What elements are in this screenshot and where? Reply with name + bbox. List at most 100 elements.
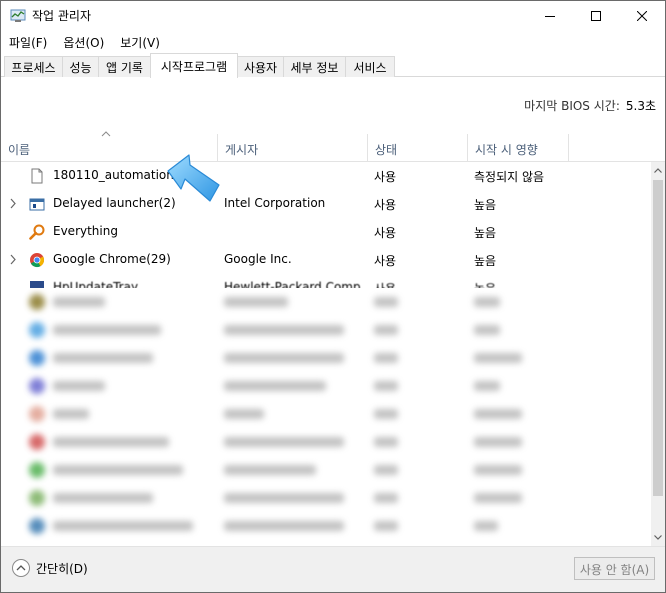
collapse-chevron-icon[interactable]: [11, 558, 31, 578]
blurred-name: [53, 437, 169, 447]
table-row[interactable]: Google Chrome(29) Google Inc. 사용 높음: [1, 246, 651, 274]
table-row[interactable]: [1, 484, 651, 512]
row-status: 사용: [374, 280, 396, 288]
menu-file[interactable]: 파일(F): [1, 31, 55, 53]
scroll-thumb[interactable]: [653, 180, 663, 496]
table-row[interactable]: [1, 428, 651, 456]
window-title: 작업 관리자: [32, 9, 92, 23]
blurred-publisher: [224, 465, 316, 475]
chevron-up-icon: [654, 168, 662, 173]
blurred-status: [374, 521, 398, 531]
table-row[interactable]: [1, 316, 651, 344]
close-button[interactable]: [619, 1, 665, 31]
tab-users[interactable]: 사용자: [237, 56, 284, 77]
table-row[interactable]: 180110_automation 사용 측정되지 않음: [1, 162, 651, 190]
blurred-publisher: [224, 297, 288, 307]
table-row[interactable]: HpUpdateTray Hewlett-Packard Comp 사용 높음: [1, 274, 651, 288]
table-row[interactable]: [1, 372, 651, 400]
blurred-status: [374, 409, 398, 419]
blurred-app-icon: [29, 462, 45, 478]
row-publisher: Hewlett-Packard Comp: [224, 280, 361, 288]
startup-list: 180110_automation 사용 측정되지 않음 Delayed lau…: [1, 162, 651, 546]
fewer-details-link[interactable]: 간단히(D): [36, 560, 88, 577]
title-bar: 작업 관리자: [1, 1, 665, 31]
chevron-right-icon[interactable]: [9, 198, 17, 209]
intel-launcher-icon: [29, 198, 45, 211]
blurred-impact: [474, 381, 500, 391]
table-row[interactable]: [1, 288, 651, 316]
row-status: 사용: [374, 198, 397, 212]
table-row[interactable]: [1, 344, 651, 372]
close-icon: [637, 11, 647, 21]
row-name: HpUpdateTray: [53, 280, 139, 288]
row-impact: 높음: [474, 198, 497, 212]
vertical-scrollbar[interactable]: [651, 162, 665, 546]
blurred-app-icon: [29, 434, 45, 450]
row-status: 사용: [374, 254, 397, 268]
blurred-name: [53, 297, 105, 307]
file-icon: [31, 168, 43, 184]
bios-time: 마지막 BIOS 시간: 5.3초: [524, 97, 656, 114]
blurred-app-icon: [29, 350, 45, 366]
blurred-impact: [474, 297, 500, 307]
tab-services[interactable]: 서비스: [345, 56, 395, 77]
chevron-right-icon[interactable]: [9, 254, 17, 265]
blurred-publisher: [224, 325, 344, 335]
blurred-status: [374, 297, 398, 307]
blurred-impact: [474, 353, 522, 363]
minimize-button[interactable]: [527, 1, 573, 31]
blurred-publisher: [224, 353, 344, 363]
row-publisher: Google Inc.: [224, 252, 292, 266]
column-header-status[interactable]: 상태: [368, 134, 468, 161]
menu-options[interactable]: 옵션(O): [55, 31, 112, 53]
blurred-app-icon: [29, 294, 45, 310]
hp-update-icon: [30, 281, 44, 288]
blurred-impact: [474, 409, 522, 419]
tab-performance[interactable]: 성능: [62, 56, 99, 77]
row-impact: 측정되지 않음: [474, 170, 545, 184]
blurred-status: [374, 381, 398, 391]
blurred-app-icon: [29, 322, 45, 338]
blurred-impact: [474, 325, 500, 335]
table-row[interactable]: [1, 456, 651, 484]
table-row[interactable]: Everything 사용 높음: [1, 218, 651, 246]
blurred-status: [374, 353, 398, 363]
everything-search-icon: [29, 224, 45, 240]
column-header-name[interactable]: 이름: [1, 134, 218, 161]
blurred-impact: [474, 465, 522, 475]
chrome-icon: [30, 253, 45, 268]
blurred-name: [53, 465, 183, 475]
row-status: 사용: [374, 226, 397, 240]
row-name: Delayed launcher(2): [53, 196, 176, 210]
row-publisher: Intel Corporation: [224, 196, 326, 210]
blurred-name: [53, 325, 161, 335]
disable-button[interactable]: 사용 안 함(A): [574, 557, 655, 580]
tab-processes[interactable]: 프로세스: [4, 56, 63, 77]
row-status: 사용: [374, 170, 397, 184]
table-row[interactable]: [1, 512, 651, 540]
blurred-name: [53, 381, 105, 391]
menu-view[interactable]: 보기(V): [112, 31, 168, 53]
tab-startup[interactable]: 시작프로그램: [150, 53, 238, 78]
blurred-app-icon: [29, 518, 45, 534]
chevron-down-icon: [654, 535, 662, 540]
table-row[interactable]: [1, 400, 651, 428]
row-impact: 높음: [474, 226, 497, 240]
blurred-publisher: [224, 437, 344, 447]
bios-time-value: 5.3초: [625, 99, 656, 113]
column-header-startup-impact[interactable]: 시작 시 영향: [468, 134, 569, 161]
blurred-impact: [474, 521, 498, 531]
column-header-publisher[interactable]: 게시자: [218, 134, 368, 161]
scroll-up-button[interactable]: [651, 162, 665, 179]
tab-app-history[interactable]: 앱 기록: [98, 56, 151, 77]
row-impact: 높음: [474, 280, 496, 288]
blurred-publisher: [224, 409, 264, 419]
task-manager-window: 작업 관리자 파일(F) 옵션(O) 보기(V) 프로세스 성능 앱 기록 시작…: [0, 0, 666, 593]
tab-details[interactable]: 세부 정보: [283, 56, 346, 77]
blurred-publisher: [224, 521, 344, 531]
task-manager-app-icon: [10, 9, 26, 22]
blurred-app-icon: [29, 406, 45, 422]
scroll-down-button[interactable]: [651, 529, 665, 546]
maximize-button[interactable]: [573, 1, 619, 31]
table-row[interactable]: Delayed launcher(2) Intel Corporation 사용…: [1, 190, 651, 218]
